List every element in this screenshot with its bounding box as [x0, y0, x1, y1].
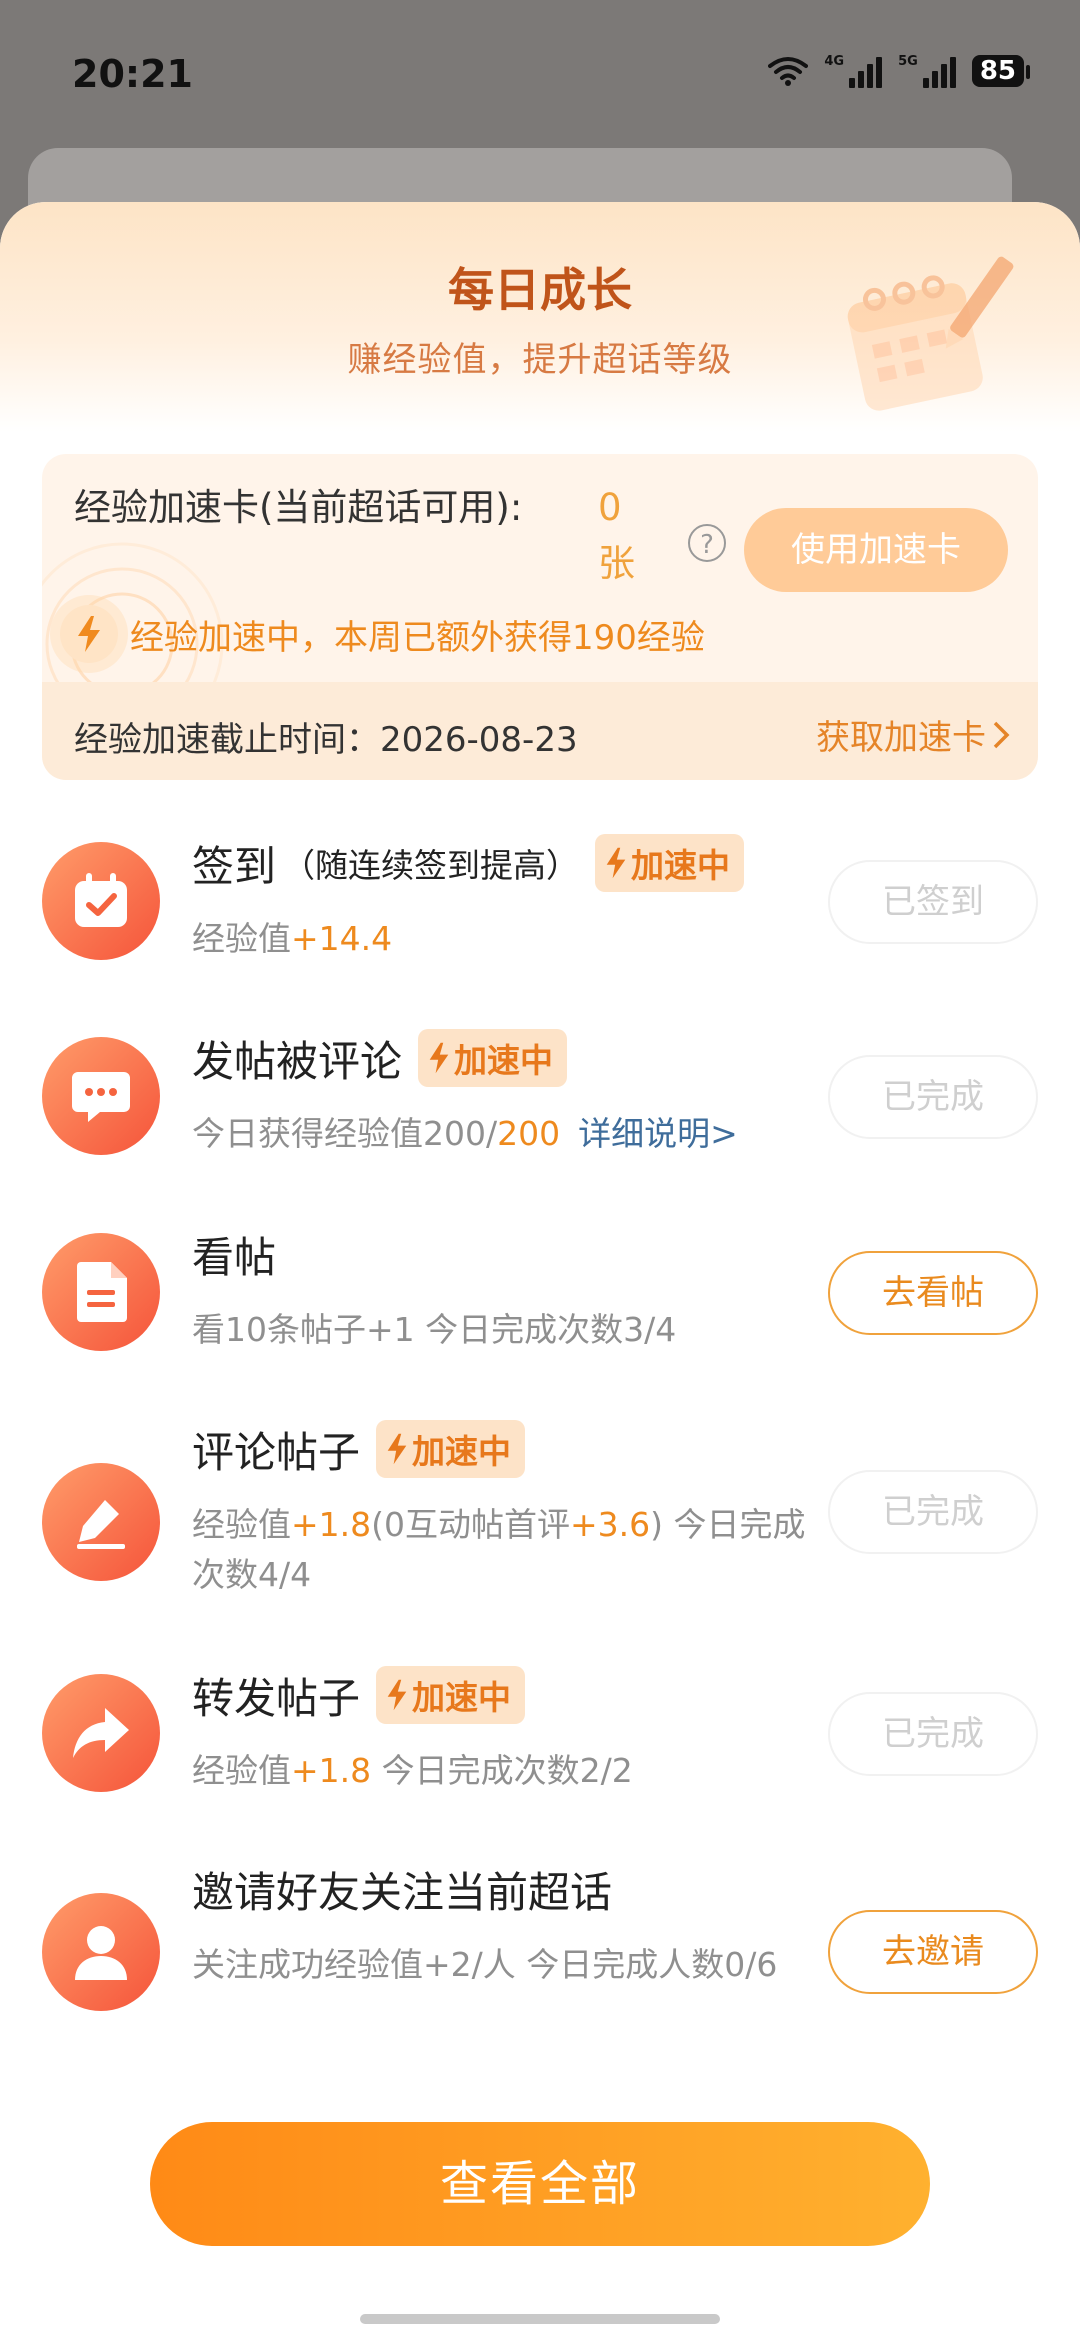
- bolt-icon: [387, 1433, 407, 1465]
- task-name: 邀请好友关注当前超话: [192, 1858, 612, 1920]
- task-desc: 经验值+1.8(0互动帖首评+3.6) 今日完成次数4/4: [192, 1500, 812, 1600]
- status-time: 20:21: [72, 52, 193, 96]
- battery-indicator: 85: [971, 55, 1031, 87]
- task-desc: 经验值+14.4: [192, 914, 812, 964]
- edit-icon: [42, 1463, 160, 1581]
- task-title: 邀请好友关注当前超话: [192, 1867, 613, 1917]
- go-invite-button[interactable]: 去邀请: [828, 1910, 1038, 1994]
- task-title: 看帖: [192, 1232, 277, 1282]
- task-note: （随连续签到提高）: [282, 846, 580, 885]
- desc-text: 经验值: [192, 1751, 291, 1790]
- accelerator-label: 经验加速卡(当前超话可用):: [74, 486, 523, 529]
- task-title: 转发帖子: [192, 1673, 361, 1723]
- badge-label: 加速中: [412, 1432, 512, 1471]
- boost-badge: 加速中: [418, 1029, 568, 1087]
- task-name: 评论帖子 加速中: [192, 1418, 526, 1480]
- network-type-1: 4G: [824, 54, 845, 69]
- accelerator-footer: 经验加速截止时间：2026-08-23 获取加速卡: [42, 682, 1038, 780]
- home-indicator[interactable]: [360, 2314, 720, 2324]
- status-bar: 20:21 4G 5G 85: [0, 0, 1080, 140]
- signal-4g-icon: 4G: [824, 54, 883, 88]
- chevron-right-icon: [993, 721, 1010, 748]
- desc-highlight: 200: [497, 1114, 561, 1153]
- boost-badge: 加速中: [376, 1420, 526, 1478]
- task-name: 转发帖子 加速中: [192, 1664, 526, 1726]
- bolt-icon: [60, 605, 118, 663]
- chat-bubble-icon: [42, 1037, 160, 1155]
- badge-label: 加速中: [631, 846, 731, 885]
- task-title: 签到: [192, 841, 277, 891]
- wifi-icon: [768, 57, 809, 86]
- desc-highlight: +1.8: [291, 1751, 372, 1790]
- accelerator-card: 经验加速卡(当前超话可用): 0 张 ? 使用加速卡 经验加速中，本周已额外获得…: [42, 454, 1038, 780]
- task-desc: 今日获得经验值200/200 详细说明>: [192, 1109, 832, 1159]
- go-view-posts-button[interactable]: 去看帖: [828, 1251, 1038, 1335]
- share-arrow-icon: [42, 1674, 160, 1792]
- sheet-header: 每日成长 赚经验值，提升超话等级: [0, 202, 1080, 432]
- signal-5g-icon: 5G: [898, 54, 956, 88]
- accelerator-deadline: 经验加速截止时间：2026-08-23: [74, 720, 578, 760]
- boost-badge: 加速中: [376, 1666, 526, 1724]
- bolt-icon: [606, 847, 626, 879]
- bolt-icon: [387, 1679, 407, 1711]
- task-desc: 关注成功经验值+2/人 今日完成人数0/6: [192, 1945, 778, 1984]
- boost-badge: 加速中: [595, 834, 745, 892]
- completed-button[interactable]: 已完成: [828, 1055, 1038, 1139]
- calendar-check-icon: [42, 842, 160, 960]
- task-name: 发帖被评论 加速中: [192, 1027, 568, 1089]
- get-accelerator-label: 获取加速卡: [816, 718, 986, 758]
- task-title: 发帖被评论: [192, 1036, 403, 1086]
- task-name: 看帖: [192, 1223, 276, 1285]
- person-icon: [42, 1893, 160, 2011]
- task-desc: 看10条帖子+1 今日完成次数3/4: [192, 1310, 677, 1349]
- task-name: 签到 （随连续签到提高） 加速中: [192, 832, 745, 894]
- badge-label: 加速中: [412, 1678, 512, 1717]
- document-icon: [42, 1233, 160, 1351]
- desc-text: 经验值: [192, 1505, 291, 1544]
- boost-status: 经验加速中，本周已额外获得190经验: [60, 604, 705, 664]
- view-all-button[interactable]: 查看全部: [150, 2122, 930, 2246]
- boost-text: 经验加速中，本周已额外获得190经验: [130, 617, 705, 658]
- get-accelerator-link[interactable]: 获取加速卡: [816, 710, 1010, 759]
- calendar-pencil-icon: [847, 256, 1014, 411]
- desc-text: 经验值: [192, 919, 291, 958]
- desc-highlight: +1.8: [291, 1505, 372, 1544]
- desc-text: 今日完成次数2/2: [371, 1751, 633, 1790]
- completed-button[interactable]: 已完成: [828, 1692, 1038, 1776]
- bolt-icon: [429, 1042, 449, 1074]
- signed-in-button[interactable]: 已签到: [828, 860, 1038, 944]
- completed-button[interactable]: 已完成: [828, 1470, 1038, 1554]
- badge-label: 加速中: [454, 1041, 554, 1080]
- task-title: 评论帖子: [192, 1427, 361, 1477]
- network-type-2: 5G: [898, 54, 918, 69]
- daily-growth-sheet: 每日成长 赚经验值，提升超话等级 经验加速卡(当前超话可用): 0 张 ? 使用…: [0, 202, 1080, 2344]
- status-icons: 4G 5G 85: [768, 54, 1031, 88]
- desc-highlight: +3.6: [570, 1505, 651, 1544]
- desc-highlight: +14.4: [291, 919, 393, 958]
- desc-text: 今日获得经验值200/: [192, 1114, 498, 1153]
- accelerator-count: 0 张: [598, 486, 635, 585]
- task-desc: 经验值+1.8 今日完成次数2/2: [192, 1746, 812, 1796]
- use-accelerator-button[interactable]: 使用加速卡: [744, 508, 1008, 592]
- help-icon[interactable]: ?: [688, 524, 726, 562]
- details-link[interactable]: 详细说明>: [578, 1114, 738, 1153]
- desc-text: (0互动帖首评: [371, 1505, 571, 1544]
